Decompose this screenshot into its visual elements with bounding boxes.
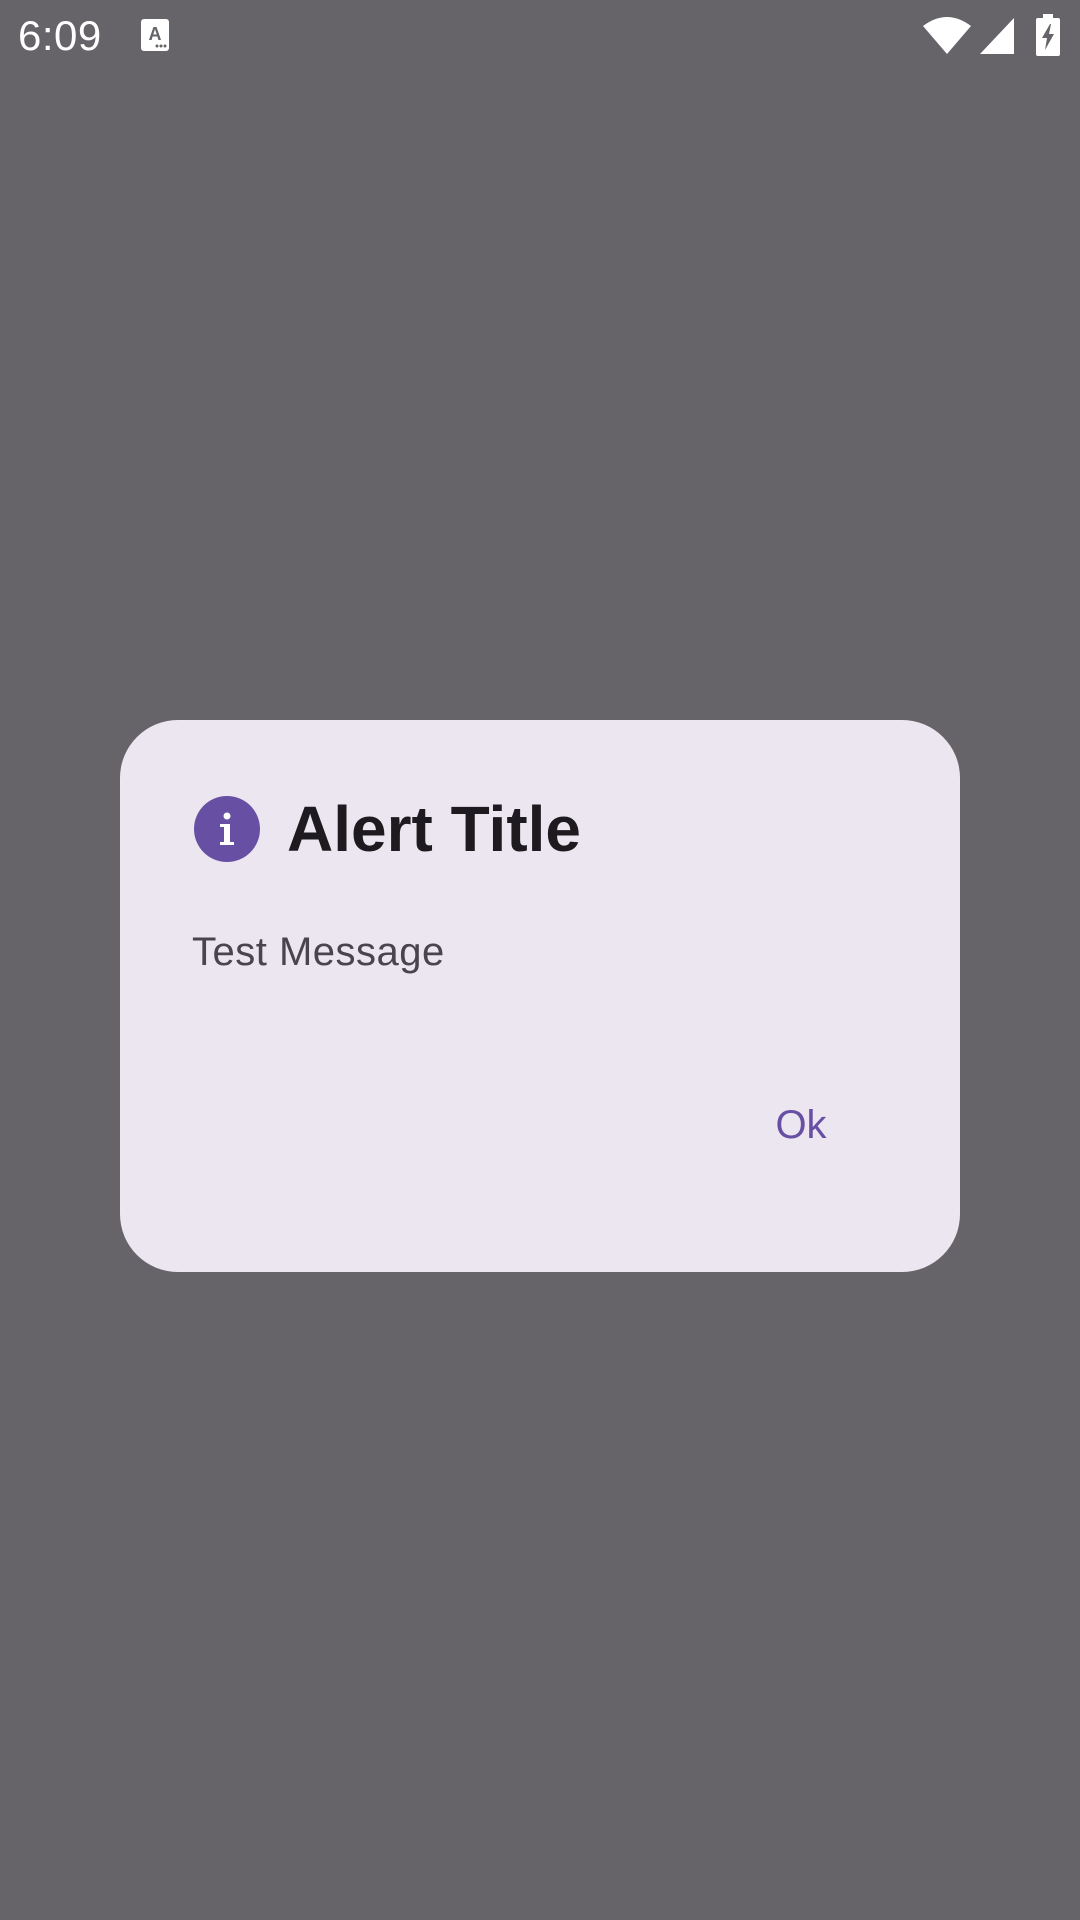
alert-dialog: Alert Title Test Message Ok bbox=[120, 720, 960, 1272]
dialog-title: Alert Title bbox=[287, 793, 581, 865]
ok-button[interactable]: Ok bbox=[736, 1080, 866, 1170]
status-bar: 6:09 A bbox=[0, 0, 1080, 72]
wifi-icon bbox=[923, 17, 971, 54]
dialog-header: Alert Title bbox=[194, 796, 581, 862]
info-icon bbox=[194, 796, 260, 862]
cell-signal-icon bbox=[980, 18, 1014, 54]
dialog-message: Test Message bbox=[192, 930, 445, 974]
battery-charging-icon bbox=[1036, 14, 1060, 56]
svg-text:A: A bbox=[149, 24, 162, 44]
status-time: 6:09 bbox=[18, 12, 102, 59]
info-icon-glyph bbox=[220, 812, 234, 845]
text-a-notification-icon: A bbox=[141, 19, 169, 51]
